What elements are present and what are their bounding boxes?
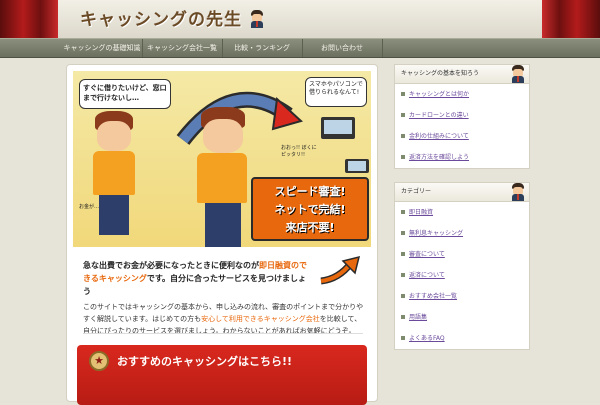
speech-bubble-left: すぐに借りたいけど、窓口まで行けないし… — [79, 79, 171, 109]
sidebar-link[interactable]: キャッシングとは何か — [395, 84, 529, 105]
sidebar-link[interactable]: おすすめ会社一覧 — [395, 286, 529, 307]
intro-paragraph: このサイトではキャッシングの基本から、申し込みの流れ、審査のポイントまで分かりや… — [83, 301, 367, 337]
feature-line-no-visit: 来店不要! — [285, 221, 335, 234]
nav-item-companies[interactable]: キャッシング会社一覧 — [142, 39, 223, 57]
nav-item-basics[interactable]: キャッシングの基礎知識 — [62, 39, 143, 57]
site-title[interactable]: キャッシングの先生 — [80, 5, 242, 30]
sidebar-link[interactable]: 返済方法を確認しよう — [395, 147, 529, 168]
speech-bubble-right: スマホやパソコンで借りられるなんて! — [305, 77, 367, 107]
content-divider — [83, 333, 363, 334]
teacher-mascot-icon — [511, 183, 525, 201]
sidebar-link[interactable]: 用語集 — [395, 307, 529, 328]
hero-banner[interactable]: すぐに借りたいけど、窓口まで行けないし… スマホやパソコンで借りられるなんて! … — [73, 71, 371, 247]
feature-line-speed: スピード審査! — [274, 185, 346, 198]
headline-text-pre: 急な出費でお金が必要になったときに便利なのが — [83, 261, 259, 270]
intro-headline: 急な出費でお金が必要になったときに便利なのが即日融資のできるキャッシングです。自… — [83, 259, 309, 298]
smartphone-icon — [345, 159, 369, 173]
recommend-title: おすすめのキャッシングはこちら!! — [117, 355, 293, 368]
sidebar-box-categories: カテゴリー 即日融資 無利息キャッシング 審査について 返済について おすすめ会… — [394, 182, 530, 350]
small-caption-left: お金が… — [79, 204, 100, 210]
sidebar-heading-categories: カテゴリー — [395, 183, 529, 202]
feature-box: スピード審査! ネットで完結! 来店不要! — [251, 177, 369, 241]
sidebar-heading-basics: キャッシングの基本を知ろう — [395, 65, 529, 84]
sidebar-box-basics: キャッシングの基本を知ろう キャッシングとは何か カードローンとの違い 金利の仕… — [394, 64, 530, 169]
main-content: すぐに借りたいけど、窓口まで行けないし… スマホやパソコンで借りられるなんて! … — [66, 64, 378, 405]
sidebar-heading-categories-label: カテゴリー — [401, 188, 432, 195]
sidebar-link[interactable]: カードローンとの違い — [395, 105, 529, 126]
sidebar-link[interactable]: よくあるFAQ — [395, 328, 529, 349]
nav-item-ranking[interactable]: 比較・ランキング — [222, 39, 303, 57]
teacher-mascot-icon — [250, 10, 264, 28]
swoosh-arrow-icon — [320, 255, 361, 285]
body-highlight-link[interactable]: 安心して利用できるキャッシング会社 — [201, 315, 320, 323]
feature-line-online: ネットで完結! — [274, 203, 346, 216]
main-nav: キャッシングの基礎知識 キャッシング会社一覧 比較・ランキング お問い合わせ — [0, 38, 600, 58]
sidebar-link[interactable]: 金利の仕組みについて — [395, 126, 529, 147]
recommend-box: ★ おすすめのキャッシングはこちら!! — [77, 345, 367, 405]
sidebar-heading-basics-label: キャッシングの基本を知ろう — [401, 70, 480, 77]
curtain-left — [0, 0, 58, 38]
sidebar-link[interactable]: 即日融資 — [395, 202, 529, 223]
curtain-right — [542, 0, 600, 38]
teacher-mascot-icon — [511, 65, 525, 83]
sidebar-link[interactable]: 返済について — [395, 265, 529, 286]
laptop-icon — [321, 117, 355, 139]
small-caption-right: おおっ!! ぼくにピッタリ!! — [281, 145, 317, 158]
sidebar-link[interactable]: 審査について — [395, 244, 529, 265]
star-medal-icon: ★ — [89, 351, 109, 371]
sidebar-link[interactable]: 無利息キャッシング — [395, 223, 529, 244]
site-header: キャッシングの先生 — [0, 0, 600, 38]
nav-item-contact[interactable]: お問い合わせ — [302, 39, 383, 57]
